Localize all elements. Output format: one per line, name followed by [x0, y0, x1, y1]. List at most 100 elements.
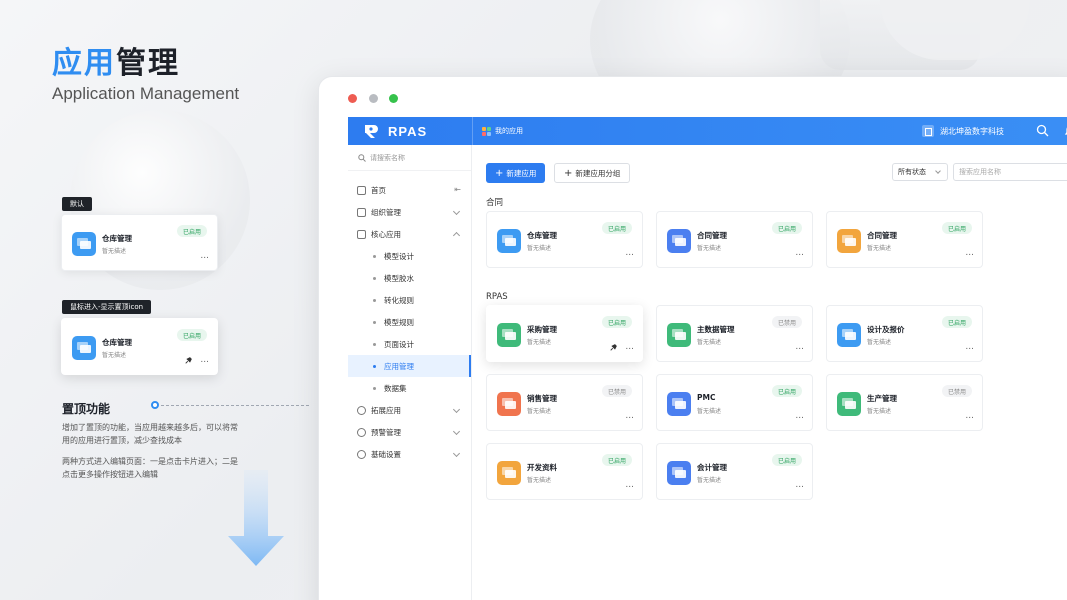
card-desc: 暂无描述 [867, 245, 892, 252]
new-app-button[interactable]: + 新建应用 [486, 163, 546, 183]
more-actions-button[interactable]: ... [795, 480, 804, 490]
search-icon[interactable] [1036, 124, 1049, 137]
feature-description: 增加了置顶的功能，当应用越来越多后，可以将常用的应用进行置顶，减少查找成本 [62, 423, 238, 445]
sidebar-item-extensions[interactable]: 拓展应用 [348, 399, 471, 421]
logo[interactable]: RPAS [362, 121, 427, 141]
company-switcher[interactable]: 湖北坤盈数字科技 [922, 117, 1004, 145]
card-desc: 暂无描述 [102, 352, 127, 359]
demo-card-hover[interactable]: 仓库管理 暂无描述 已启用 ... [61, 318, 218, 375]
app-card[interactable]: 采购管理暂无描述 已启用... [486, 305, 643, 362]
status-badge: 已启用 [601, 454, 632, 466]
collapse-sidebar-icon[interactable]: ⇤ [454, 185, 461, 194]
app-search-input[interactable]: 搜索应用名称 [953, 163, 1067, 181]
sidebar-subitem-dataset[interactable]: 数据集 [348, 377, 471, 399]
app-card[interactable]: 合同管理 暂无描述 已启用... [656, 211, 813, 268]
new-group-label: 新建应用分组 [575, 168, 621, 178]
sidebar-subitem-transform-rules[interactable]: 转化规则 [348, 289, 471, 311]
status-badge: 已禁用 [771, 316, 802, 328]
sidebar-subitem-model-design[interactable]: 模型设计 [348, 245, 471, 267]
warehouse-app-icon [72, 232, 96, 256]
chevron-down-icon [452, 405, 461, 414]
app-card[interactable]: 仓库管理 暂无描述 已启用... [486, 211, 643, 268]
card-desc: 暂无描述 [527, 245, 552, 252]
card-name: 仓库管理 [102, 234, 132, 243]
card-name: 采购管理 [527, 325, 557, 334]
app-card[interactable]: 设计及报价 暂无描述 已启用... [826, 305, 983, 362]
status-badge: 已启用 [176, 225, 207, 237]
card-name: 合同管理 [867, 231, 897, 240]
down-arrow-icon [228, 470, 284, 566]
sidebar-item-core[interactable]: 核心应用 [348, 223, 471, 245]
home-icon [357, 185, 366, 195]
more-actions-button[interactable]: ... [965, 342, 974, 352]
group-title: RPAS [486, 292, 508, 302]
plus-icon: + [564, 167, 573, 179]
status-badge: 已启用 [771, 385, 802, 397]
more-actions-button[interactable]: ... [965, 248, 974, 258]
app-card[interactable]: 合同管理 暂无描述 已启用... [826, 211, 983, 268]
sidebar-item-org[interactable]: 组织管理 [348, 201, 471, 223]
demo-card-default[interactable]: 仓库管理 暂无描述 已启用 ... [61, 214, 218, 271]
sidebar-subitem-model-rules[interactable]: 模型规则 [348, 311, 471, 333]
my-apps-link[interactable]: 我的应用 [482, 117, 523, 145]
sidebar-item-label: 基础设置 [371, 449, 401, 459]
sidebar-search-input[interactable]: 请搜索名称 [348, 145, 471, 171]
pin-icon[interactable] [185, 357, 192, 364]
sidebar-item-settings[interactable]: 基础设置 [348, 443, 471, 465]
window-minimize-button[interactable] [369, 94, 378, 103]
status-filter-value: 所有状态 [898, 168, 926, 176]
app-card[interactable]: 主数据管理 暂无描述 已禁用... [656, 305, 813, 362]
state-tag-default: 默认 [62, 197, 92, 211]
app-card[interactable]: 销售管理 暂无描述 已禁用... [486, 374, 643, 431]
card-desc: 暂无描述 [697, 245, 722, 252]
app-icon [497, 229, 521, 253]
connector-dot [151, 401, 159, 409]
app-card[interactable]: 开发资料 暂无描述 已启用... [486, 443, 643, 500]
feature-title: 置顶功能 [62, 402, 111, 416]
chevron-down-icon [452, 449, 461, 458]
pin-icon[interactable] [610, 344, 617, 351]
window-close-button[interactable] [348, 94, 357, 103]
status-badge: 已启用 [176, 329, 207, 341]
status-badge: 已启用 [941, 316, 972, 328]
status-badge: 已启用 [601, 316, 632, 328]
warehouse-app-icon [72, 336, 96, 360]
more-actions-button[interactable]: ... [795, 248, 804, 258]
more-actions-button[interactable]: ... [200, 251, 209, 261]
window-maximize-button[interactable] [389, 94, 398, 103]
sidebar: 请搜索名称 首页 ⇤ 组织管理 核心应用 模型设计 模型胶水 转化规则 模型规则 [348, 145, 472, 600]
more-actions-button[interactable]: ... [795, 411, 804, 421]
company-name: 湖北坤盈数字科技 [940, 126, 1004, 136]
more-actions-button[interactable]: ... [200, 355, 209, 365]
more-actions-button[interactable]: ... [625, 248, 634, 258]
more-actions-button[interactable]: ... [795, 342, 804, 352]
status-filter-select[interactable]: 所有状态 [892, 163, 948, 181]
new-group-button[interactable]: + 新建应用分组 [554, 163, 631, 183]
card-desc: 暂无描述 [527, 477, 552, 484]
sidebar-subitem-model-glue[interactable]: 模型胶水 [348, 267, 471, 289]
app-card[interactable]: 会计管理 暂无描述 已启用... [656, 443, 813, 500]
more-actions-button[interactable]: ... [965, 411, 974, 421]
page-title-accent: 应用 [52, 46, 116, 81]
card-desc: 暂无描述 [527, 408, 552, 415]
page-title-rest: 管理 [116, 46, 180, 81]
app-card[interactable]: PMC 暂无描述 已启用... [656, 374, 813, 431]
app-search-placeholder: 搜索应用名称 [959, 168, 1001, 176]
sidebar-subitem-app-management[interactable]: 应用管理 [348, 355, 471, 377]
app-card[interactable]: 生产管理 暂无描述 已禁用... [826, 374, 983, 431]
more-actions-button[interactable]: ... [625, 411, 634, 421]
card-desc: 暂无描述 [697, 408, 722, 415]
card-desc: 暂无描述 [527, 339, 552, 346]
card-desc: 暂无描述 [697, 339, 722, 346]
feature-description-entry: 两种方式进入编辑页面：一是点击卡片进入；二是点击更多操作按钮进入编辑 [62, 457, 238, 479]
sidebar-item-home[interactable]: 首页 ⇤ [348, 179, 471, 201]
organization-icon [357, 207, 366, 217]
connector-line [161, 405, 309, 406]
sidebar-item-alerts[interactable]: 预警管理 [348, 421, 471, 443]
card-desc: 暂无描述 [697, 477, 722, 484]
sidebar-item-label: 预警管理 [371, 427, 401, 437]
sidebar-subitem-page-design[interactable]: 页面设计 [348, 333, 471, 355]
more-actions-button[interactable]: ... [625, 480, 634, 490]
more-actions-button[interactable]: ... [625, 342, 634, 352]
card-name: 仓库管理 [102, 338, 132, 347]
